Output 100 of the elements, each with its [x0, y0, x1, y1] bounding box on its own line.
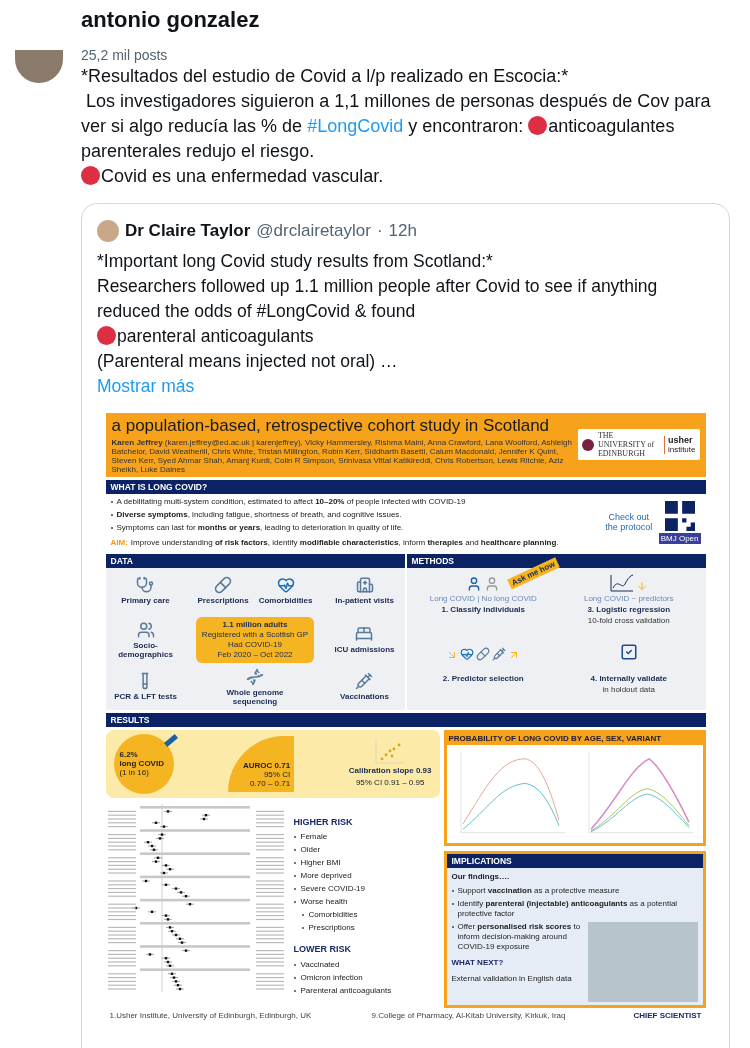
method-detail: in holdout data	[602, 684, 655, 694]
quoted-text: parenteral anticoagulants	[97, 323, 714, 349]
data-source-label: Prescriptions	[197, 596, 249, 605]
step-caption: Long COVID | No long COVID	[429, 593, 537, 603]
post-text: Los investigadores siguieron a 1,1 millones de personas después de Cov para ver si algo reducía las % de #LongCovid y encontraron: anticoagulantes parenterales redujo el riesgo.	[81, 90, 712, 163]
aim-text: Improve understanding of risk factors, identify modifiable characteristics, inform therapies and healthcare planning.	[130, 537, 559, 548]
row-label-line	[107, 972, 136, 974]
method-step: 4. Internally validate	[590, 673, 667, 683]
row-value-line	[255, 860, 284, 862]
row-label-line	[107, 926, 136, 928]
row-label-line	[107, 914, 136, 916]
quoted-author-name[interactable]: Dr Claire Taylor	[125, 218, 251, 244]
stat-detail: 0.70 – 0.71	[250, 778, 291, 788]
university-logo-text: THE UNIVERSITY of EDINBURGH	[597, 431, 656, 458]
author-list: Karen Jeffrey (karen.jeffrey@ed.ac.uk | karenjeffrey), Vicky Hammersley, Rishma Maini, Anna Crawford, Lana Woolford, Ashleigh Batchelor, David Weatherill, Chris White, Tristan Millington, Robin Kerr, Siddharth Basetti, Calum Macdonald, Jennifer K Quint, Steven Kerr, Syed Ahmar Shah, Amanj Kurdi, Colin R Simpson, Srinivasa Vittal Katikireddi, Chris Robertson, Lewis Ritchie, Aziz Sheikh, Luke Daines	[111, 437, 572, 474]
data-source-label: Comorbidities	[258, 596, 313, 605]
section-heading: WHAT IS LONG COVID?	[105, 479, 706, 494]
risk-factor: Omicron infection	[300, 972, 363, 983]
data-source-label: Whole genome sequencing	[225, 687, 285, 706]
data-source-label: ICU admissions	[334, 645, 395, 654]
risk-heading: HIGHER RISK	[293, 815, 354, 829]
next-heading: WHAT NEXT?	[451, 956, 505, 969]
cohort-text: Feb 2020 – Oct 2022	[217, 649, 293, 660]
footnote: 1.Usher Institute, University of Edinburgh, Edinburgh, UK	[109, 1010, 313, 1020]
risk-factor: Worse health	[300, 897, 348, 907]
method-step: 3. Logistic regression	[587, 604, 671, 614]
circle-emoji-icon	[81, 166, 100, 185]
aim-label: AIM:	[110, 537, 128, 548]
curve-icon	[609, 573, 634, 592]
bed-icon	[355, 625, 374, 643]
stat-value: 6.2%	[119, 750, 138, 759]
stat-detail: (1 in 16)	[119, 768, 149, 777]
row-label-line	[107, 837, 136, 839]
row-label-line	[107, 860, 136, 862]
method-step: 2. Predictor selection	[442, 673, 524, 683]
step-caption: Long COVID ~ predictors	[583, 593, 674, 603]
section-heading: RESULTS	[105, 712, 706, 727]
risk-factor: Prescriptions	[308, 923, 355, 933]
estimate-marker	[181, 948, 190, 952]
arrow-icon	[635, 579, 648, 592]
row-label-line	[107, 891, 136, 893]
row-label-line	[107, 864, 136, 866]
row-value-line	[255, 825, 284, 827]
risk-factor: Vaccinated	[300, 959, 340, 970]
journal-badge: BMJ Open	[658, 532, 701, 544]
author-name[interactable]: antonio gonzalez	[81, 6, 730, 34]
estimate-marker	[147, 910, 156, 913]
row-value-line	[255, 980, 284, 982]
row-label-line	[107, 810, 136, 812]
poster-title: a population-based, retrospective cohort study in Scotland	[111, 415, 551, 436]
post-count: 25,2 mil posts	[81, 46, 169, 64]
heart-pulse-icon	[460, 646, 475, 661]
risk-factor: Comorbidities	[308, 910, 358, 920]
row-value-line	[255, 953, 284, 955]
row-label-line	[107, 976, 136, 978]
poster[interactable]	[105, 412, 706, 1020]
row-value-line	[255, 976, 284, 978]
post-time: 12h	[388, 220, 417, 242]
quoted-handle: @drclairetaylor	[256, 220, 371, 242]
risk-factor: Female	[300, 832, 328, 842]
findings-intro: Our findings….	[451, 870, 511, 883]
avatar[interactable]	[15, 50, 63, 83]
section-heading: DATA	[105, 553, 405, 568]
bullet-text: Symptoms can last for months or years, leading to deterioration in quality of life.	[116, 522, 404, 533]
scatter-plot-icon	[374, 738, 407, 765]
risk-factor: Parenteral anticoagulants	[300, 985, 392, 996]
syringe-icon	[492, 646, 507, 661]
institute-logo-text: institute	[667, 444, 696, 454]
bullet-text: A debilitating multi-system condition, estimated to affect 10–20% of people infected with COVID-19	[116, 496, 466, 507]
row-label-line	[107, 918, 136, 920]
circle-emoji-icon	[97, 325, 116, 345]
checkbox-icon	[619, 642, 638, 661]
finding-text: Offer personalised risk scores to inform decision-making around COVID-19 exposure	[457, 921, 582, 952]
qr-code-icon	[664, 500, 695, 531]
row-label-line	[107, 949, 136, 951]
row-label-line	[107, 887, 136, 889]
quoted-post-card[interactable]	[81, 203, 730, 1048]
heart-pulse-icon	[276, 576, 295, 594]
row-label-line	[107, 895, 136, 897]
risk-heading: LOWER RISK	[293, 943, 352, 956]
separator-dot: ·	[376, 220, 383, 242]
data-source-label: Vaccinations	[340, 692, 389, 701]
data-source-label: Primary care	[121, 596, 170, 605]
method-step: 1. Classify individuals	[441, 604, 526, 614]
cohort-text: 1.1 million adults	[222, 619, 288, 630]
row-value-line	[255, 972, 284, 974]
row-value-line	[255, 864, 284, 866]
post-text: Covid es una enfermedad vascular.	[81, 164, 730, 189]
row-value-line	[255, 837, 284, 839]
risk-factor: Severe COVID-19	[300, 884, 365, 894]
row-value-line	[255, 891, 284, 893]
data-source-label: Socio-demographics	[117, 640, 174, 659]
stat-label: 95% CI	[263, 769, 291, 779]
data-source-label: In-patient visits	[335, 596, 394, 605]
footer-logo: CHIEF SCIENTIST	[633, 1010, 702, 1020]
row-value-line	[255, 918, 284, 920]
row-value-line	[255, 895, 284, 897]
stat-value: Calibration slope 0.93	[348, 764, 432, 777]
method-detail: 10-fold cross validation	[587, 615, 670, 625]
cohort-text: Registered with a Scottish GP	[201, 629, 309, 640]
